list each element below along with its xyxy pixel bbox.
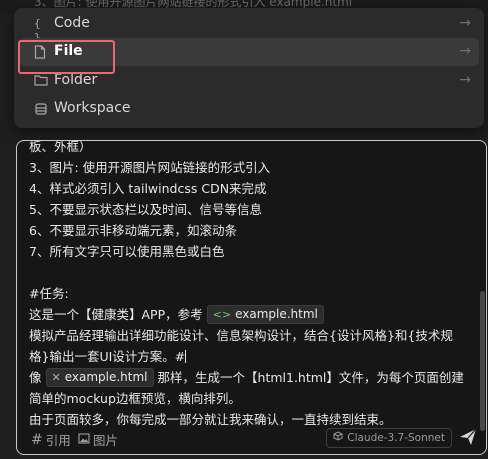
menu-item-code[interactable]: { } Code → [19, 10, 479, 44]
image-label: 图片 [93, 433, 119, 448]
code-icon: <> [212, 308, 232, 321]
text-line: 板、外框） [29, 140, 92, 154]
workspace-icon [34, 102, 48, 116]
model-selector[interactable]: Claude-3.7-Sonnet [326, 428, 452, 448]
task-line3: 格}输出一套UI设计方案。# [29, 349, 186, 364]
model-name: Claude-3.7-Sonnet [347, 432, 445, 444]
editor-scrollbar[interactable] [480, 291, 485, 431]
cube-icon [333, 429, 343, 447]
task-line1-prefix: 这是一个【健康类】APP，参考 [29, 307, 203, 322]
arrow-right-icon: → [459, 43, 471, 59]
send-button[interactable] [458, 427, 478, 447]
remove-icon[interactable]: ✕ [52, 369, 61, 386]
prompt-text[interactable]: 板、外框） 3、图片: 使用开源图片网站链接的形式引入 4、样式必须引入 tai… [29, 140, 474, 430]
file-highlight-box [18, 40, 115, 74]
hash-icon: # [31, 431, 43, 448]
menu-item-label: Folder [54, 72, 98, 88]
text-line: 3、图片: 使用开源图片网站链接的形式引入 [29, 160, 271, 175]
task-line4-prefix: 像 [29, 370, 42, 385]
text-line [29, 262, 474, 283]
text-line: 这是一个【健康类】APP，参考 <> example.html [29, 304, 474, 325]
code-braces-icon: { } [34, 17, 41, 44]
text-line: 7、所有文字只可以使用黑色或白色 [29, 244, 225, 259]
reference-button[interactable]: # 引用 [31, 430, 71, 449]
reference-label: 引用 [45, 433, 71, 448]
send-icon [460, 428, 477, 445]
text-line: 像 ✕ example.html 那样，生成一个【html1.html】文件，为… [29, 367, 474, 388]
image-icon [78, 432, 90, 447]
chip-label: example.html [64, 370, 148, 384]
arrow-right-icon: → [459, 72, 471, 88]
text-line: 4、样式必须引入 tailwindcss CDN来完成 [29, 181, 267, 196]
file-reference-chip[interactable]: <> example.html [206, 305, 324, 324]
image-button[interactable]: 图片 [78, 430, 118, 449]
menu-item-workspace[interactable]: Workspace [19, 95, 479, 123]
menu-item-label: Workspace [54, 100, 131, 116]
prompt-editor[interactable]: 板、外框） 3、图片: 使用开源图片网站链接的形式引入 4、样式必须引入 tai… [16, 140, 487, 455]
folder-icon [34, 74, 48, 88]
menu-item-label: Code [54, 15, 90, 31]
arrow-right-icon: → [459, 15, 471, 31]
text-caret [185, 350, 187, 363]
task-line4-suffix: 那样，生成一个【html1.html】文件，为每个页面创建 [157, 370, 464, 385]
text-line: #任务: [29, 286, 69, 301]
text-line: 模拟产品经理输出详细功能设计、信息架构设计，结合{设计风格}和{技术规 [29, 328, 453, 343]
editor-footer: # 引用 图片 Claude-3.7-Sonnet [17, 418, 486, 454]
text-line: 简单的mockup边框预览，横向排列。 [29, 391, 241, 406]
text-line: 5、不要显示状态栏以及时间、信号等信息 [29, 202, 262, 217]
text-line: 格}输出一套UI设计方案。# [29, 346, 474, 367]
text-line: 6、不要显示非移动端元素，如滚动条 [29, 223, 237, 238]
file-reference-chip[interactable]: ✕ example.html [45, 368, 154, 387]
chip-label: example.html [235, 307, 318, 321]
